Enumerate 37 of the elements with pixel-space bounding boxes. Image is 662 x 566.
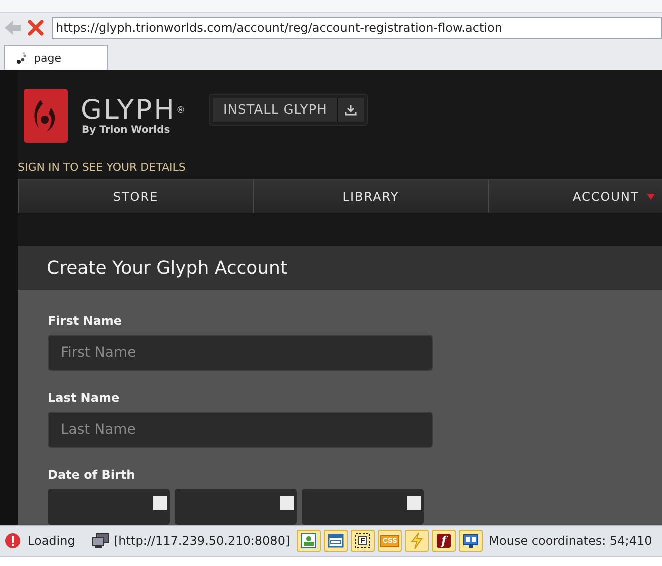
dropdown-field[interactable] bbox=[302, 489, 424, 525]
mouse-coordinates: Mouse coordinates: 54;410 bbox=[489, 534, 652, 548]
address-field[interactable]: https://glyph.trionworlds.com/account/reg/account-registration-flow.action bbox=[52, 17, 662, 39]
loading-icon bbox=[17, 52, 29, 64]
browser-tab[interactable]: page bbox=[4, 45, 108, 70]
dropdown-field[interactable] bbox=[175, 489, 297, 525]
close-icon[interactable] bbox=[28, 20, 44, 36]
network-icon bbox=[92, 533, 110, 549]
field-label: Date of Birth bbox=[48, 468, 136, 482]
toolbar-button[interactable] bbox=[324, 530, 348, 552]
nav-tab[interactable]: ACCOUNT bbox=[488, 179, 662, 213]
brand-byline: By Trion Worlds bbox=[82, 124, 172, 136]
frame-icon bbox=[354, 532, 372, 550]
download-button[interactable] bbox=[338, 98, 364, 122]
nav-tab[interactable]: STORE bbox=[18, 179, 253, 213]
form-title: Create Your Glyph Account bbox=[18, 246, 662, 290]
field-label: Last Name bbox=[48, 391, 121, 405]
brand-name: GLYPH$^{®}$ bbox=[81, 96, 188, 124]
connection-text: [http://117.239.50.210:8080] bbox=[114, 534, 290, 548]
glyph-logo-icon bbox=[23, 88, 69, 144]
text-field[interactable]: First Name bbox=[48, 335, 433, 371]
monitor-icon bbox=[462, 532, 480, 550]
window-icon bbox=[327, 532, 346, 550]
flash-icon bbox=[435, 532, 454, 550]
field-label: First Name bbox=[48, 314, 124, 328]
toolbar-button[interactable]: f bbox=[432, 530, 456, 552]
status-text: Loading bbox=[28, 534, 76, 548]
install-button[interactable]: INSTALL GLYPH bbox=[213, 98, 338, 122]
download-icon bbox=[345, 104, 358, 116]
dropdown-field[interactable] bbox=[48, 489, 170, 525]
image-icon bbox=[300, 532, 318, 550]
error-icon bbox=[5, 533, 21, 549]
nav-tab[interactable]: LIBRARY bbox=[253, 179, 488, 213]
text-field[interactable]: Last Name bbox=[48, 412, 433, 448]
toolbar-button[interactable] bbox=[297, 530, 322, 552]
toolbar-button[interactable] bbox=[459, 530, 484, 552]
sign-in-link[interactable]: SIGN IN TO SEE YOUR DETAILS bbox=[18, 161, 662, 174]
